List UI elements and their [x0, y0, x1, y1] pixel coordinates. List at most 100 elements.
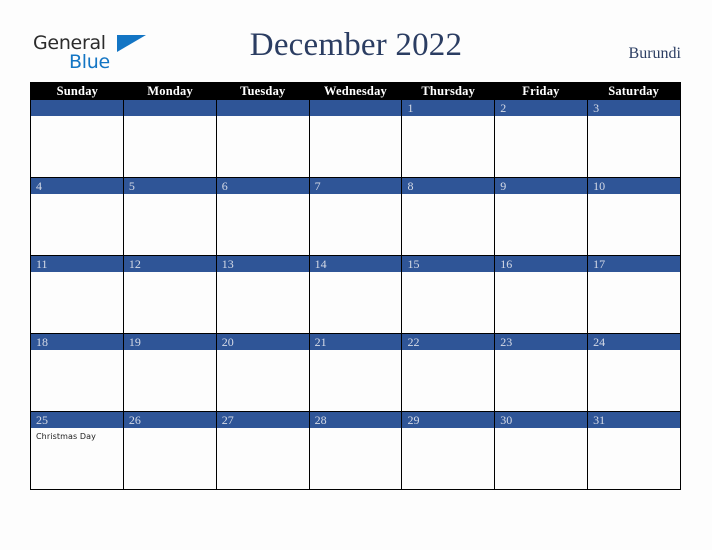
- day-number: 13: [221, 257, 234, 271]
- calendar-day-cell[interactable]: 14: [308, 256, 402, 333]
- weekday-header-friday: Friday: [522, 84, 560, 98]
- day-content: [123, 428, 216, 489]
- day-number-bar: 16: [495, 256, 588, 272]
- calendar-week-row: 1 2 3: [31, 100, 681, 177]
- day-number-bar: [123, 100, 216, 116]
- day-number-bar: 9: [495, 178, 588, 194]
- day-content: [495, 272, 588, 333]
- country-label: Burundi: [628, 45, 681, 62]
- calendar-day-cell[interactable]: 19: [122, 334, 216, 411]
- calendar-day-cell[interactable]: 20: [215, 334, 309, 411]
- calendar-day-cell[interactable]: 21: [308, 334, 402, 411]
- day-number-bar: 22: [402, 334, 495, 350]
- day-number: 5: [128, 179, 135, 193]
- calendar-day-cell[interactable]: 22: [401, 334, 495, 411]
- day-number: 1: [407, 101, 414, 115]
- calendar-grid: Sunday Monday Tuesday Wednesday Thursday…: [30, 82, 681, 490]
- day-number: 17: [593, 257, 606, 271]
- calendar-day-cell[interactable]: 18: [31, 334, 123, 411]
- day-number: 2: [500, 101, 507, 115]
- day-number: 26: [128, 413, 141, 427]
- day-content: [402, 350, 495, 411]
- day-number: 8: [407, 179, 414, 193]
- calendar-day-cell[interactable]: 12: [122, 256, 216, 333]
- calendar-day-cell[interactable]: 17: [587, 256, 681, 333]
- day-content: [123, 272, 216, 333]
- day-number: 16: [500, 257, 513, 271]
- day-number-bar: 27: [216, 412, 309, 428]
- day-content: [216, 272, 309, 333]
- day-number: 21: [314, 335, 327, 349]
- calendar-day-cell[interactable]: 2: [494, 100, 588, 177]
- calendar-day-cell[interactable]: 30: [494, 412, 588, 489]
- day-content: [123, 350, 216, 411]
- day-content: [309, 272, 402, 333]
- day-number-bar: 14: [309, 256, 402, 272]
- day-number: 10: [593, 179, 606, 193]
- day-number: 4: [36, 179, 42, 193]
- calendar-day-cell[interactable]: 23: [494, 334, 588, 411]
- day-content: [216, 428, 309, 489]
- day-content: [309, 194, 402, 255]
- day-number-bar: [216, 100, 309, 116]
- calendar-weeks: 1 2 3 4 5 6 7 8 9 10 11 12 13 14 15 16 17 18 19 20 21 22 23 24 2…: [31, 100, 681, 489]
- calendar-day-cell[interactable]: 25 Christmas Day: [31, 412, 123, 489]
- day-number-bar: 1: [402, 100, 495, 116]
- day-number-bar: 12: [123, 256, 216, 272]
- day-content: [588, 428, 681, 489]
- calendar-day-cell[interactable]: 13: [215, 256, 309, 333]
- day-number-bar: 28: [309, 412, 402, 428]
- weekday-header-thursday: Thursday: [421, 84, 476, 98]
- day-number-bar: 7: [309, 178, 402, 194]
- calendar-day-cell[interactable]: 11: [31, 256, 123, 333]
- day-number: 29: [407, 413, 420, 427]
- day-content: [588, 194, 681, 255]
- day-number: 14: [314, 257, 327, 271]
- calendar-day-cell[interactable]: [308, 100, 402, 177]
- day-content: [216, 194, 309, 255]
- calendar-day-cell[interactable]: 5: [122, 178, 216, 255]
- weekday-header-row: Sunday Monday Tuesday Wednesday Thursday…: [31, 82, 680, 100]
- day-content: [495, 116, 588, 177]
- calendar-day-cell[interactable]: [122, 100, 216, 177]
- weekday-header-tuesday: Tuesday: [240, 84, 286, 98]
- day-number: 15: [407, 257, 420, 271]
- day-content: [495, 194, 588, 255]
- day-content: [588, 350, 681, 411]
- calendar-day-cell[interactable]: 28: [308, 412, 402, 489]
- day-number: 20: [221, 335, 234, 349]
- day-number-bar: 15: [402, 256, 495, 272]
- weekday-header-monday: Monday: [147, 84, 193, 98]
- calendar-day-cell[interactable]: 16: [494, 256, 588, 333]
- day-content: [31, 116, 123, 177]
- day-content: [31, 350, 123, 411]
- day-content: [123, 194, 216, 255]
- calendar-day-cell[interactable]: 15: [401, 256, 495, 333]
- calendar-day-cell[interactable]: 24: [587, 334, 681, 411]
- calendar-day-cell[interactable]: 31: [587, 412, 681, 489]
- day-content: [402, 194, 495, 255]
- day-number-bar: 3: [588, 100, 681, 116]
- calendar-day-cell[interactable]: [215, 100, 309, 177]
- calendar-day-cell[interactable]: 4: [31, 178, 123, 255]
- day-number: 25: [36, 413, 48, 427]
- day-content: [588, 116, 681, 177]
- day-number-bar: 23: [495, 334, 588, 350]
- calendar-day-cell[interactable]: 7: [308, 178, 402, 255]
- day-number-bar: [31, 100, 123, 116]
- day-number-bar: 29: [402, 412, 495, 428]
- day-number-bar: 13: [216, 256, 309, 272]
- day-number-bar: 8: [402, 178, 495, 194]
- calendar-day-cell[interactable]: 9: [494, 178, 588, 255]
- calendar-day-cell[interactable]: [31, 100, 123, 177]
- calendar-day-cell[interactable]: 1: [401, 100, 495, 177]
- calendar-day-cell[interactable]: 6: [215, 178, 309, 255]
- calendar-day-cell[interactable]: 3: [587, 100, 681, 177]
- day-number: 18: [36, 335, 48, 349]
- day-number-bar: 6: [216, 178, 309, 194]
- calendar-day-cell[interactable]: 29: [401, 412, 495, 489]
- calendar-day-cell[interactable]: 27: [215, 412, 309, 489]
- calendar-day-cell[interactable]: 26: [122, 412, 216, 489]
- calendar-day-cell[interactable]: 10: [587, 178, 681, 255]
- calendar-day-cell[interactable]: 8: [401, 178, 495, 255]
